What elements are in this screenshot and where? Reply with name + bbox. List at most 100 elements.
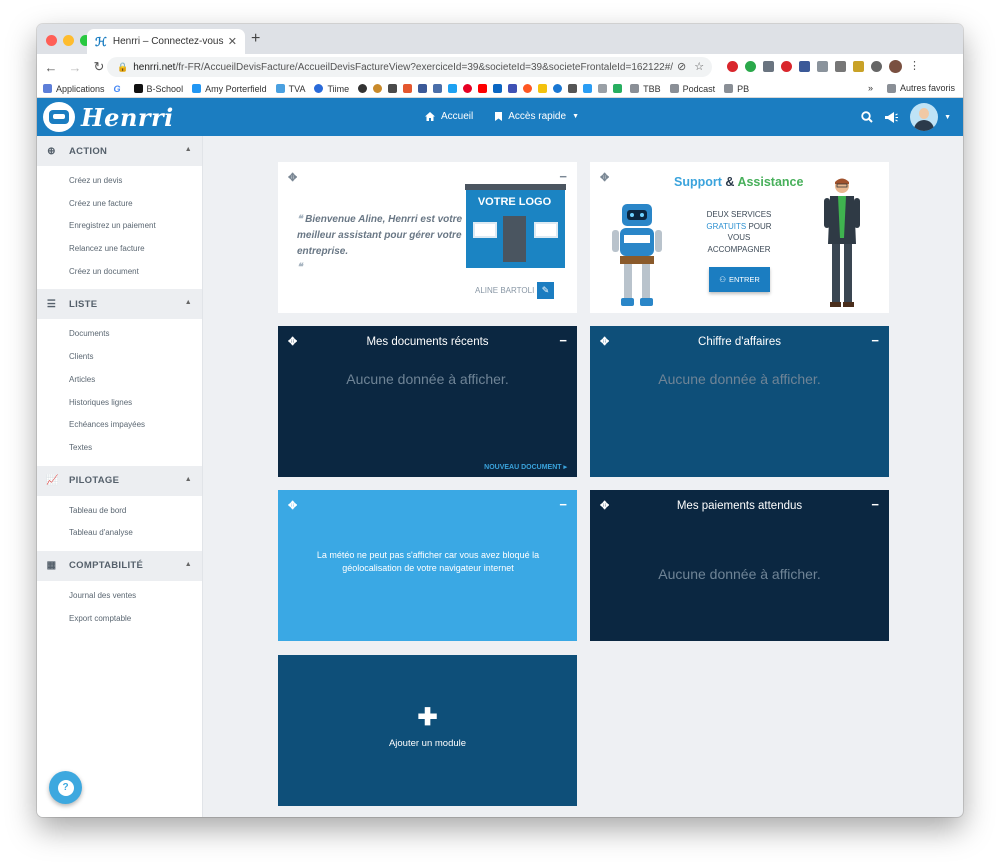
extension-grid-icon[interactable] (763, 61, 774, 72)
drag-handle-icon[interactable]: ✥ (288, 171, 297, 184)
nav-acces-rapide[interactable]: Accès rapide ▼ (495, 111, 579, 122)
extension-opera-icon[interactable] (727, 61, 738, 72)
bookmark-yellow-icon[interactable] (538, 84, 548, 93)
sidebar-item-export-comptable[interactable]: Export comptable (37, 608, 202, 631)
close-tab-icon[interactable]: ✕ (228, 35, 237, 48)
extension-box-icon[interactable] (817, 61, 828, 72)
sidebar-item-creez-facture[interactable]: Créez une facture (37, 193, 202, 216)
bookmark-twitter-icon[interactable] (448, 84, 458, 93)
drag-handle-icon[interactable]: ✥ (288, 499, 297, 512)
add-module-card[interactable]: ✚ Ajouter un module (278, 655, 577, 806)
close-window-button[interactable] (46, 35, 57, 46)
logo-text: Henrri (81, 102, 174, 132)
sidebar-item-relancez-facture[interactable]: Relancez une facture (37, 238, 202, 261)
extension-facebook-icon[interactable] (799, 61, 810, 72)
extension-gear-icon[interactable] (871, 61, 882, 72)
robot-logo-icon (43, 102, 75, 132)
back-icon[interactable]: ← (41, 60, 61, 75)
star-icon[interactable]: ☆ (694, 60, 704, 73)
minimize-icon[interactable]: − (559, 497, 567, 512)
sidebar-section-header[interactable]: 📈 PILOTAGE ▲ (37, 465, 202, 496)
nav-accueil[interactable]: Accueil (425, 111, 473, 122)
collapse-caret-icon[interactable]: ▲ (185, 299, 192, 306)
sidebar-section-header[interactable]: ⊕ ACTION ▲ (37, 136, 202, 166)
bookmarks-overflow: » Autres favoris (868, 83, 955, 93)
collapse-caret-icon[interactable]: ▲ (185, 146, 192, 153)
new-document-link[interactable]: NOUVEAU DOCUMENT ▸ (484, 463, 567, 471)
user-menu-chevron-icon[interactable]: ▼ (944, 114, 951, 121)
edit-pencil-icon[interactable]: ✎ (537, 282, 554, 299)
bookmark-orange-icon[interactable] (373, 84, 383, 93)
bookmark-c-icon[interactable] (553, 84, 563, 93)
url-bar[interactable]: 🔒 henrri.net/fr-FR/AccueilDevisFacture/A… (107, 57, 712, 77)
bookmark-p-icon[interactable] (568, 84, 578, 93)
sidebar-item-enregistrez-paiement[interactable]: Enregistrez un paiement (37, 215, 202, 238)
forward-icon[interactable]: → (65, 60, 85, 75)
location-blocked-icon[interactable]: ⊘ (677, 60, 686, 73)
bookmark-tva[interactable]: TVA (275, 84, 305, 94)
extension-puzzle-icon[interactable] (835, 61, 846, 72)
bookmark-tiime[interactable]: Tiime (314, 84, 349, 94)
more-bookmarks-button[interactable]: » (868, 83, 873, 93)
bookmark-globe-icon[interactable] (358, 84, 368, 93)
extension-hand-icon[interactable] (853, 61, 864, 72)
address-toolbar: ← → ↻ 🔒 henrri.net/fr-FR/AccueilDevisFac… (37, 54, 963, 80)
bookmark-trello-icon[interactable] (388, 84, 398, 93)
other-bookmarks[interactable]: Autres favoris (900, 83, 955, 93)
bookmark-folder-podcast[interactable]: Podcast (669, 84, 715, 94)
bookmark-folder-tbb[interactable]: TBB (630, 84, 661, 94)
welcome-card: ✥ − ❝ Bienvenue Aline, Henrri est votre … (278, 162, 577, 313)
bookmark-grey-icon[interactable] (598, 84, 608, 93)
url-host: henrri.net (133, 61, 176, 73)
sidebar-item-historiques-lignes[interactable]: Historiques lignes (37, 392, 202, 415)
extension-pinterest-icon[interactable] (781, 61, 792, 72)
henrri-logo[interactable]: Henrri (43, 102, 174, 132)
bookmark-b-school[interactable]: B-School (133, 84, 183, 94)
bookmark-pinterest-icon[interactable] (463, 84, 473, 93)
bookmark-applications[interactable]: Applications (43, 84, 105, 94)
nav-label: Accès rapide (508, 111, 567, 122)
bookmark-youtube-icon[interactable] (478, 84, 488, 93)
browser-menu-icon[interactable]: ⋮ (909, 59, 920, 72)
sidebar-item-tableau-de-bord[interactable]: Tableau de bord (37, 500, 202, 523)
sidebar-item-textes[interactable]: Textes (37, 437, 202, 460)
sidebar-item-documents[interactable]: Documents (37, 323, 202, 346)
sidebar-item-tableau-analyse[interactable]: Tableau d'analyse (37, 522, 202, 545)
collapse-caret-icon[interactable]: ▲ (185, 561, 192, 568)
user-avatar[interactable] (910, 103, 939, 131)
sidebar-section-header[interactable]: ☰ LISTE ▲ (37, 289, 202, 320)
bookmark-blue-icon[interactable] (508, 84, 518, 93)
bookmark-green-icon[interactable] (613, 84, 623, 93)
bookmark-linkedin-icon[interactable] (433, 84, 443, 93)
profile-avatar-icon[interactable] (889, 60, 902, 73)
reload-icon[interactable]: ↻ (89, 59, 109, 75)
new-tab-button[interactable]: + (251, 30, 260, 48)
sidebar-item-clients[interactable]: Clients (37, 346, 202, 369)
entrer-button[interactable]: ⚇ ENTRER (709, 267, 770, 292)
megaphone-icon[interactable] (885, 111, 899, 123)
minimize-icon[interactable]: − (559, 169, 567, 184)
bookmark-asana-icon[interactable] (403, 84, 413, 93)
sidebar-item-creez-document[interactable]: Créez un document (37, 261, 202, 284)
help-button[interactable]: ? (49, 771, 82, 804)
bookmark-red-icon[interactable] (523, 84, 533, 93)
bookmark-linkedin2-icon[interactable] (493, 84, 503, 93)
browser-tab[interactable]: ℋ Henrri – Connectez-vous à votre... ✕ (87, 29, 245, 54)
welcome-quote: ❝ Bienvenue Aline, Henrri est votre meil… (297, 212, 467, 276)
sidebar-item-creez-devis[interactable]: Créez un devis (37, 170, 202, 193)
bookmark-facebook-icon[interactable] (418, 84, 428, 93)
bookmark-google[interactable]: G (114, 84, 125, 94)
sidebar-item-articles[interactable]: Articles (37, 369, 202, 392)
bookmark-lightning-icon[interactable] (583, 84, 593, 93)
search-icon[interactable] (861, 111, 873, 123)
collapse-caret-icon[interactable]: ▲ (185, 476, 192, 483)
tab-title: Henrri – Connectez-vous à votre... (112, 36, 224, 47)
bookmark-folder-pb[interactable]: PB (724, 84, 749, 94)
sidebar-item-journal-ventes[interactable]: Journal des ventes (37, 585, 202, 608)
drag-handle-icon[interactable]: ✥ (600, 171, 609, 184)
sidebar-item-echeances-impayees[interactable]: Echéances impayées (37, 414, 202, 437)
bookmark-amy-porterfield[interactable]: Amy Porterfield (192, 84, 267, 94)
sidebar-section-header[interactable]: ▦ COMPTABILITÉ ▲ (37, 550, 202, 581)
extension-check-icon[interactable] (745, 61, 756, 72)
minimize-window-button[interactable] (63, 35, 74, 46)
